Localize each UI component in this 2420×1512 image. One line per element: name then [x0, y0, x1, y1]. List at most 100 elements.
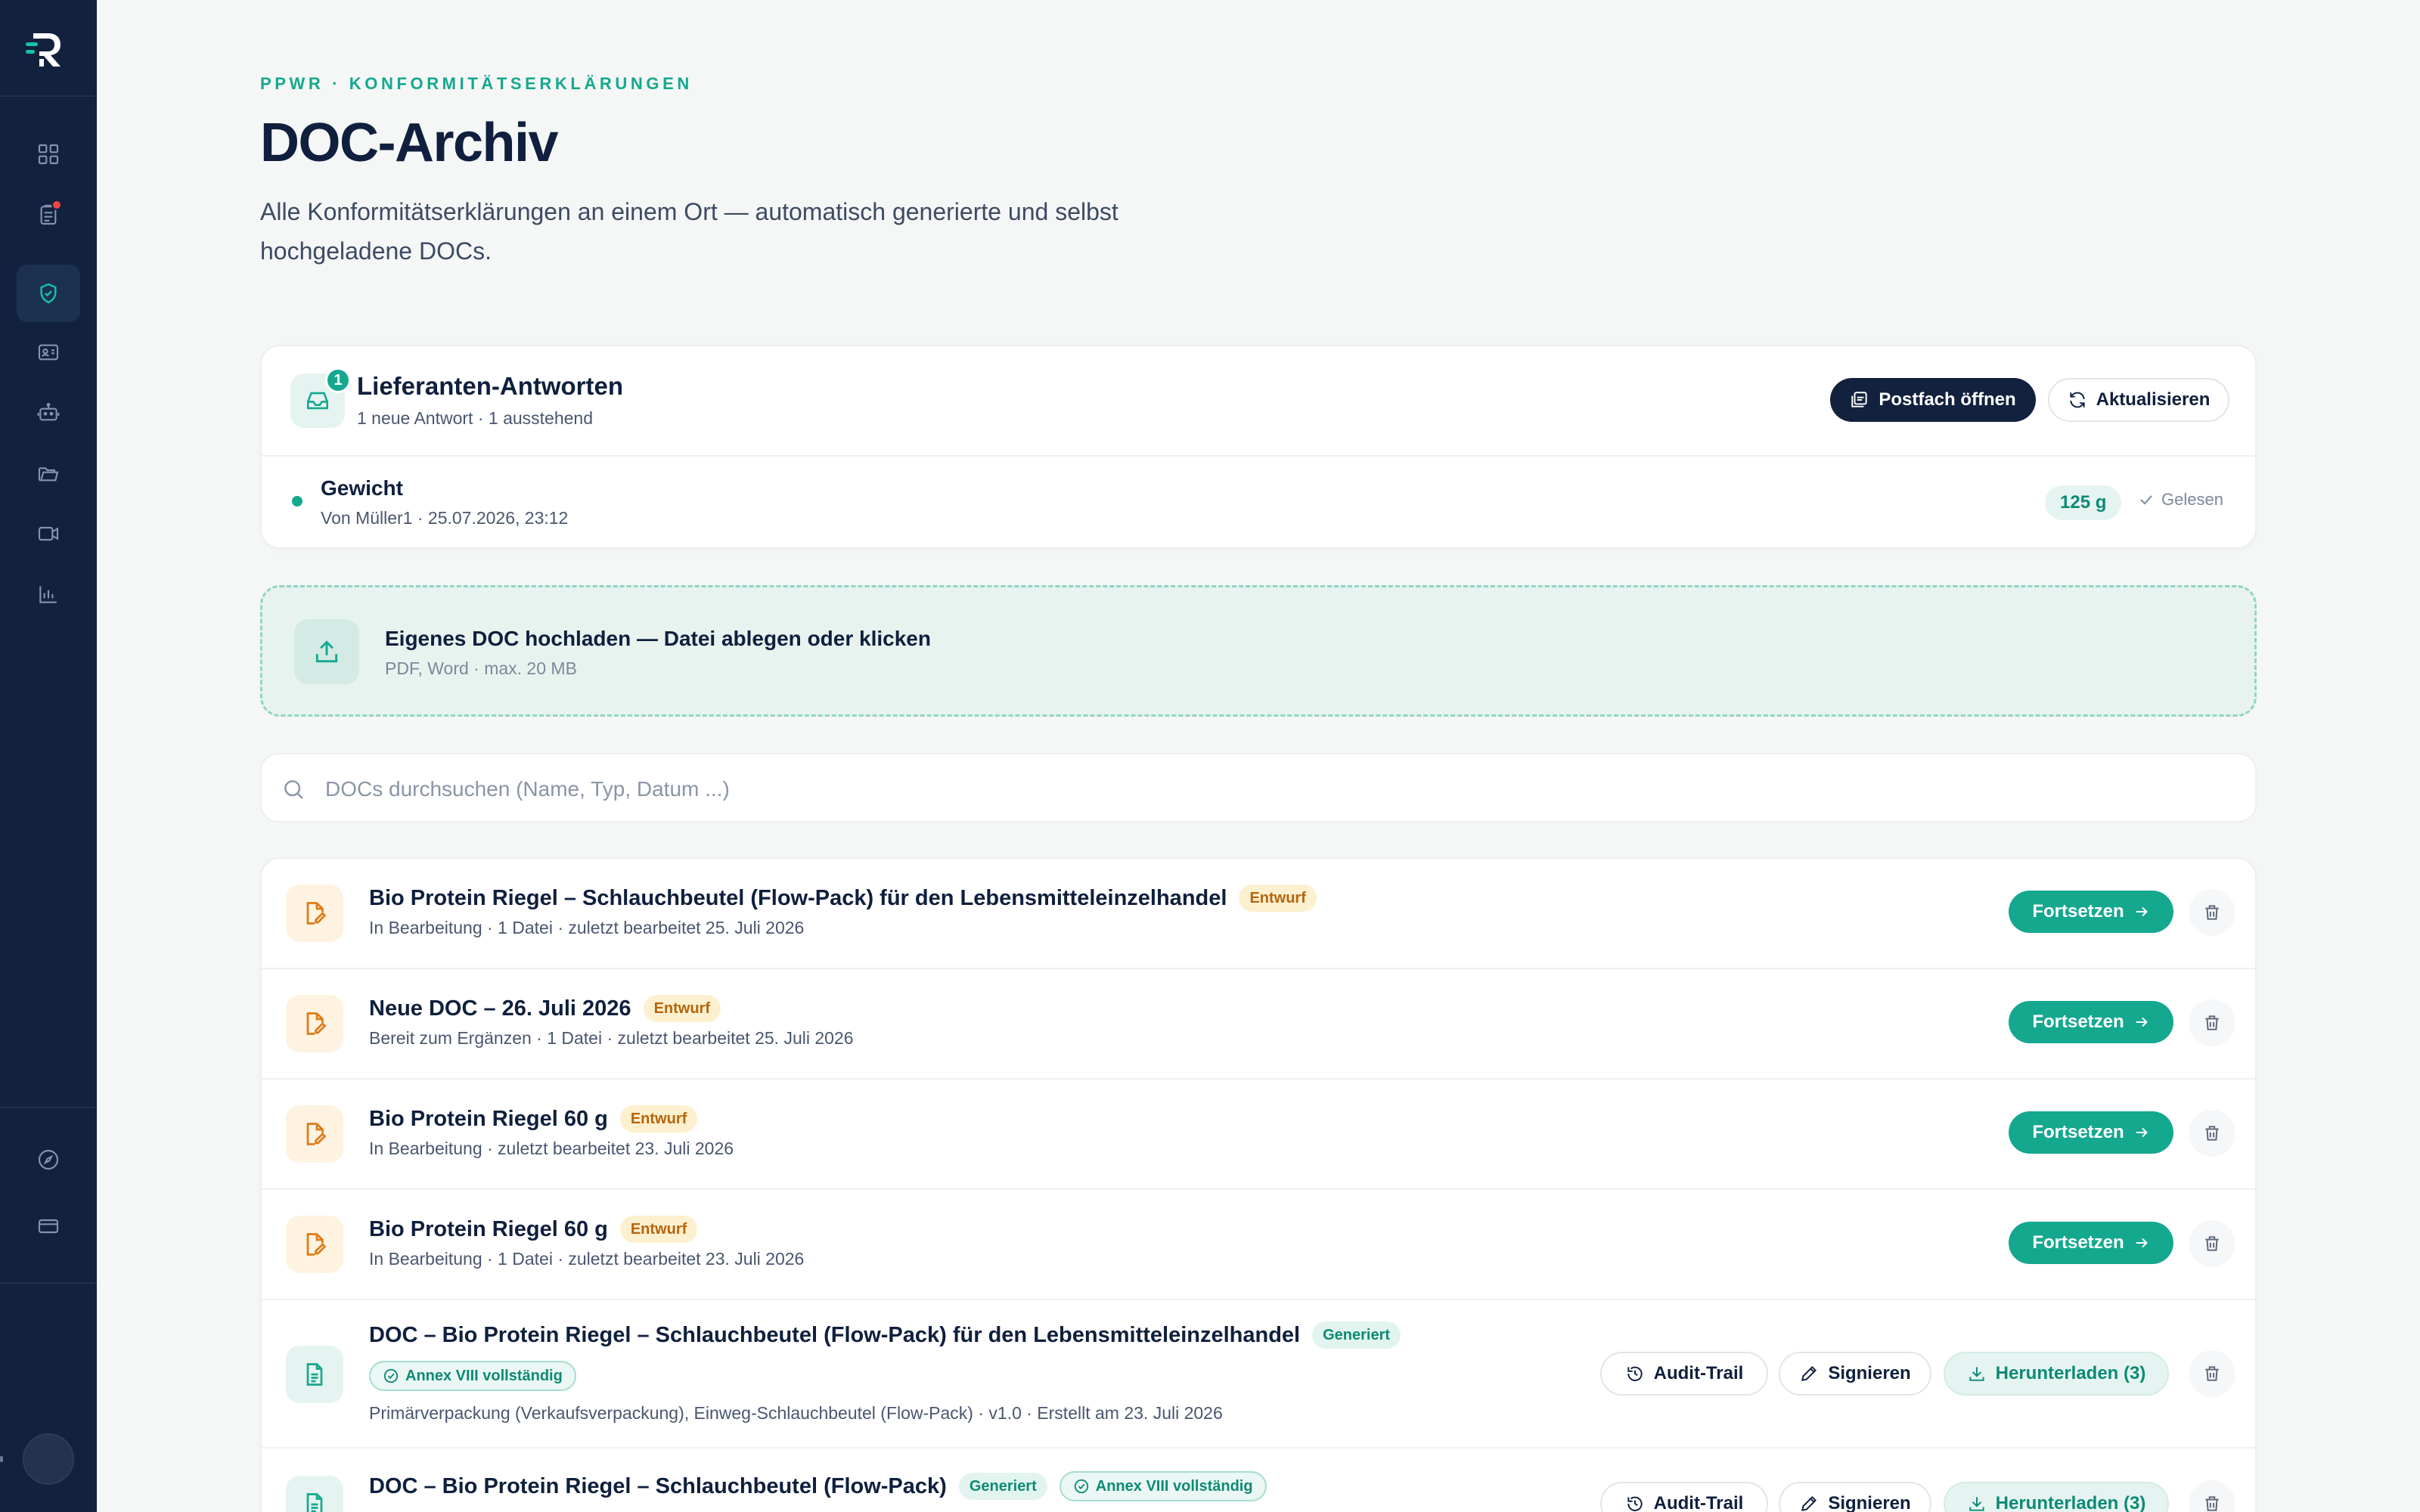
upload-icon: [294, 619, 359, 684]
audit-trail-button[interactable]: Audit-Trail: [1600, 1482, 1768, 1512]
check-circle-icon: [1073, 1478, 1090, 1495]
response-title[interactable]: Gewicht: [321, 476, 403, 500]
read-status-label: Gelesen: [2161, 490, 2223, 509]
list-item[interactable]: DOC – Bio Protein Riegel – Schlauchbeute…: [262, 1448, 2255, 1512]
pen-icon: [1799, 1494, 1819, 1512]
sign-label: Signieren: [1828, 1493, 1911, 1512]
page-kicker: PPWR · KONFORMITÄTSERKLÄRUNGEN: [260, 74, 693, 93]
upload-dropzone[interactable]: Eigenes DOC hochladen — Datei ablegen od…: [260, 585, 2257, 717]
status-badge: Entwurf: [643, 995, 721, 1022]
file-text-icon: [286, 1346, 343, 1403]
trash-icon: [2202, 1123, 2222, 1143]
list-item[interactable]: Neue DOC – 26. Juli 2026 Entwurf Bereit …: [262, 969, 2255, 1080]
trash-icon: [2202, 1234, 2222, 1253]
supplier-responses-title: Lieferanten-Antworten: [357, 372, 624, 400]
sidebar-divider: [0, 1282, 97, 1284]
status-badge: Entwurf: [1239, 885, 1317, 912]
sidebar-item-compliance[interactable]: [17, 265, 80, 322]
sidebar-item-billing[interactable]: [17, 1198, 80, 1255]
refresh-label: Aktualisieren: [2096, 389, 2211, 410]
audit-trail-label: Audit-Trail: [1653, 1493, 1744, 1512]
download-icon: [1967, 1364, 1987, 1383]
status-badge: Generiert: [958, 1473, 1047, 1500]
continue-button[interactable]: Fortsetzen: [2009, 1111, 2173, 1154]
trash-icon: [2202, 1013, 2222, 1033]
shield-check-icon: [36, 281, 60, 305]
credit-card-icon: [36, 1214, 60, 1238]
check-icon: [2137, 491, 2155, 509]
sign-button[interactable]: Signieren: [1779, 1482, 1931, 1512]
video-icon: [36, 522, 60, 546]
delete-button[interactable]: [2189, 1220, 2235, 1267]
doc-title: Bio Protein Riegel 60 g: [369, 1106, 608, 1131]
continue-button[interactable]: Fortsetzen: [2009, 891, 2173, 933]
sidebar-item-explore[interactable]: [17, 1131, 80, 1188]
sidebar-item-reports[interactable]: [17, 565, 80, 623]
continue-button[interactable]: Fortsetzen: [2009, 1222, 2173, 1264]
annex-badge-label: Annex VIII vollständig: [1095, 1477, 1253, 1495]
continue-label: Fortsetzen: [2032, 1012, 2124, 1032]
history-icon: [1625, 1364, 1645, 1383]
list-item[interactable]: Bio Protein Riegel 60 g Entwurf In Bearb…: [262, 1190, 2255, 1300]
sidebar-item-assistant[interactable]: [17, 384, 80, 442]
trash-icon: [2202, 1364, 2222, 1383]
upload-hint: PDF, Word · max. 20 MB: [385, 658, 577, 678]
robot-icon: [36, 401, 60, 425]
response-value-badge: 125 g: [2045, 485, 2122, 520]
delete-button[interactable]: [2189, 1110, 2235, 1157]
upload-title: Eigenes DOC hochladen — Datei ablegen od…: [385, 627, 931, 650]
delete-button[interactable]: [2189, 1350, 2235, 1397]
sign-button[interactable]: Signieren: [1779, 1352, 1931, 1396]
mail-stack-icon: [1850, 390, 1869, 410]
audit-trail-button[interactable]: Audit-Trail: [1600, 1352, 1768, 1396]
list-item[interactable]: DOC – Bio Protein Riegel – Schlauchbeute…: [262, 1300, 2255, 1448]
folder-icon: [36, 461, 60, 485]
download-button[interactable]: Herunterladen (3): [1944, 1352, 2169, 1396]
brand-logo[interactable]: [23, 29, 68, 71]
doc-meta: In Bearbeitung · zuletzt bearbeitet 23. …: [369, 1139, 734, 1158]
delete-button[interactable]: [2189, 999, 2235, 1046]
bar-chart-icon: [36, 582, 60, 606]
audit-trail-label: Audit-Trail: [1653, 1363, 1744, 1383]
sidebar-item-videos[interactable]: [17, 505, 80, 562]
notification-dot: [51, 200, 62, 210]
sidebar-item-contacts[interactable]: [17, 324, 80, 381]
continue-label: Fortsetzen: [2032, 901, 2124, 922]
sidebar-item-dashboard[interactable]: [17, 125, 80, 183]
search-input[interactable]: [325, 768, 2216, 810]
continue-label: Fortsetzen: [2032, 1122, 2124, 1142]
delete-button[interactable]: [2189, 889, 2235, 936]
sidebar-item-tasks[interactable]: [17, 186, 80, 243]
compass-icon: [36, 1148, 60, 1172]
sidebar-item-files[interactable]: [17, 445, 80, 502]
doc-title: Bio Protein Riegel 60 g: [369, 1216, 608, 1241]
arrow-right-icon: [2133, 1124, 2150, 1141]
arrow-right-icon: [2133, 903, 2150, 920]
annex-badge: Annex VIII vollständig: [369, 1361, 576, 1391]
page-subtitle: Alle Konformitätserklärungen an einem Or…: [260, 198, 1118, 265]
refresh-button[interactable]: Aktualisieren: [2048, 378, 2229, 422]
download-button[interactable]: Herunterladen (3): [1944, 1482, 2169, 1512]
dashboard-icon: [36, 142, 60, 166]
doc-title: DOC – Bio Protein Riegel – Schlauchbeute…: [369, 1473, 947, 1498]
download-label: Herunterladen (3): [1995, 1363, 2146, 1383]
download-icon: [1967, 1494, 1987, 1512]
doc-meta: Bereit zum Ergänzen · 1 Datei · zuletzt …: [369, 1028, 854, 1048]
arrow-right-icon: [2133, 1235, 2150, 1251]
check-circle-icon: [383, 1368, 399, 1384]
list-item[interactable]: Bio Protein Riegel – Schlauchbeutel (Flo…: [262, 859, 2255, 969]
history-icon: [1625, 1494, 1645, 1512]
response-meta: Von Müller1 · 25.07.2026, 23:12: [321, 508, 569, 528]
open-inbox-button[interactable]: Postfach öffnen: [1830, 378, 2036, 422]
read-status[interactable]: Gelesen: [2137, 490, 2223, 510]
list-item[interactable]: Bio Protein Riegel 60 g Entwurf In Bearb…: [262, 1080, 2255, 1190]
refresh-icon: [2068, 390, 2087, 410]
delete-button[interactable]: [2189, 1480, 2235, 1512]
continue-button[interactable]: Fortsetzen: [2009, 1001, 2173, 1043]
avatar[interactable]: [23, 1433, 74, 1485]
status-badge: Entwurf: [619, 1105, 698, 1132]
doc-title: Bio Protein Riegel – Schlauchbeutel (Flo…: [369, 885, 1227, 910]
doc-meta: In Bearbeitung · 1 Datei · zuletzt bearb…: [369, 1249, 805, 1269]
file-text-icon: [286, 1476, 343, 1512]
sidebar: [0, 0, 97, 1512]
